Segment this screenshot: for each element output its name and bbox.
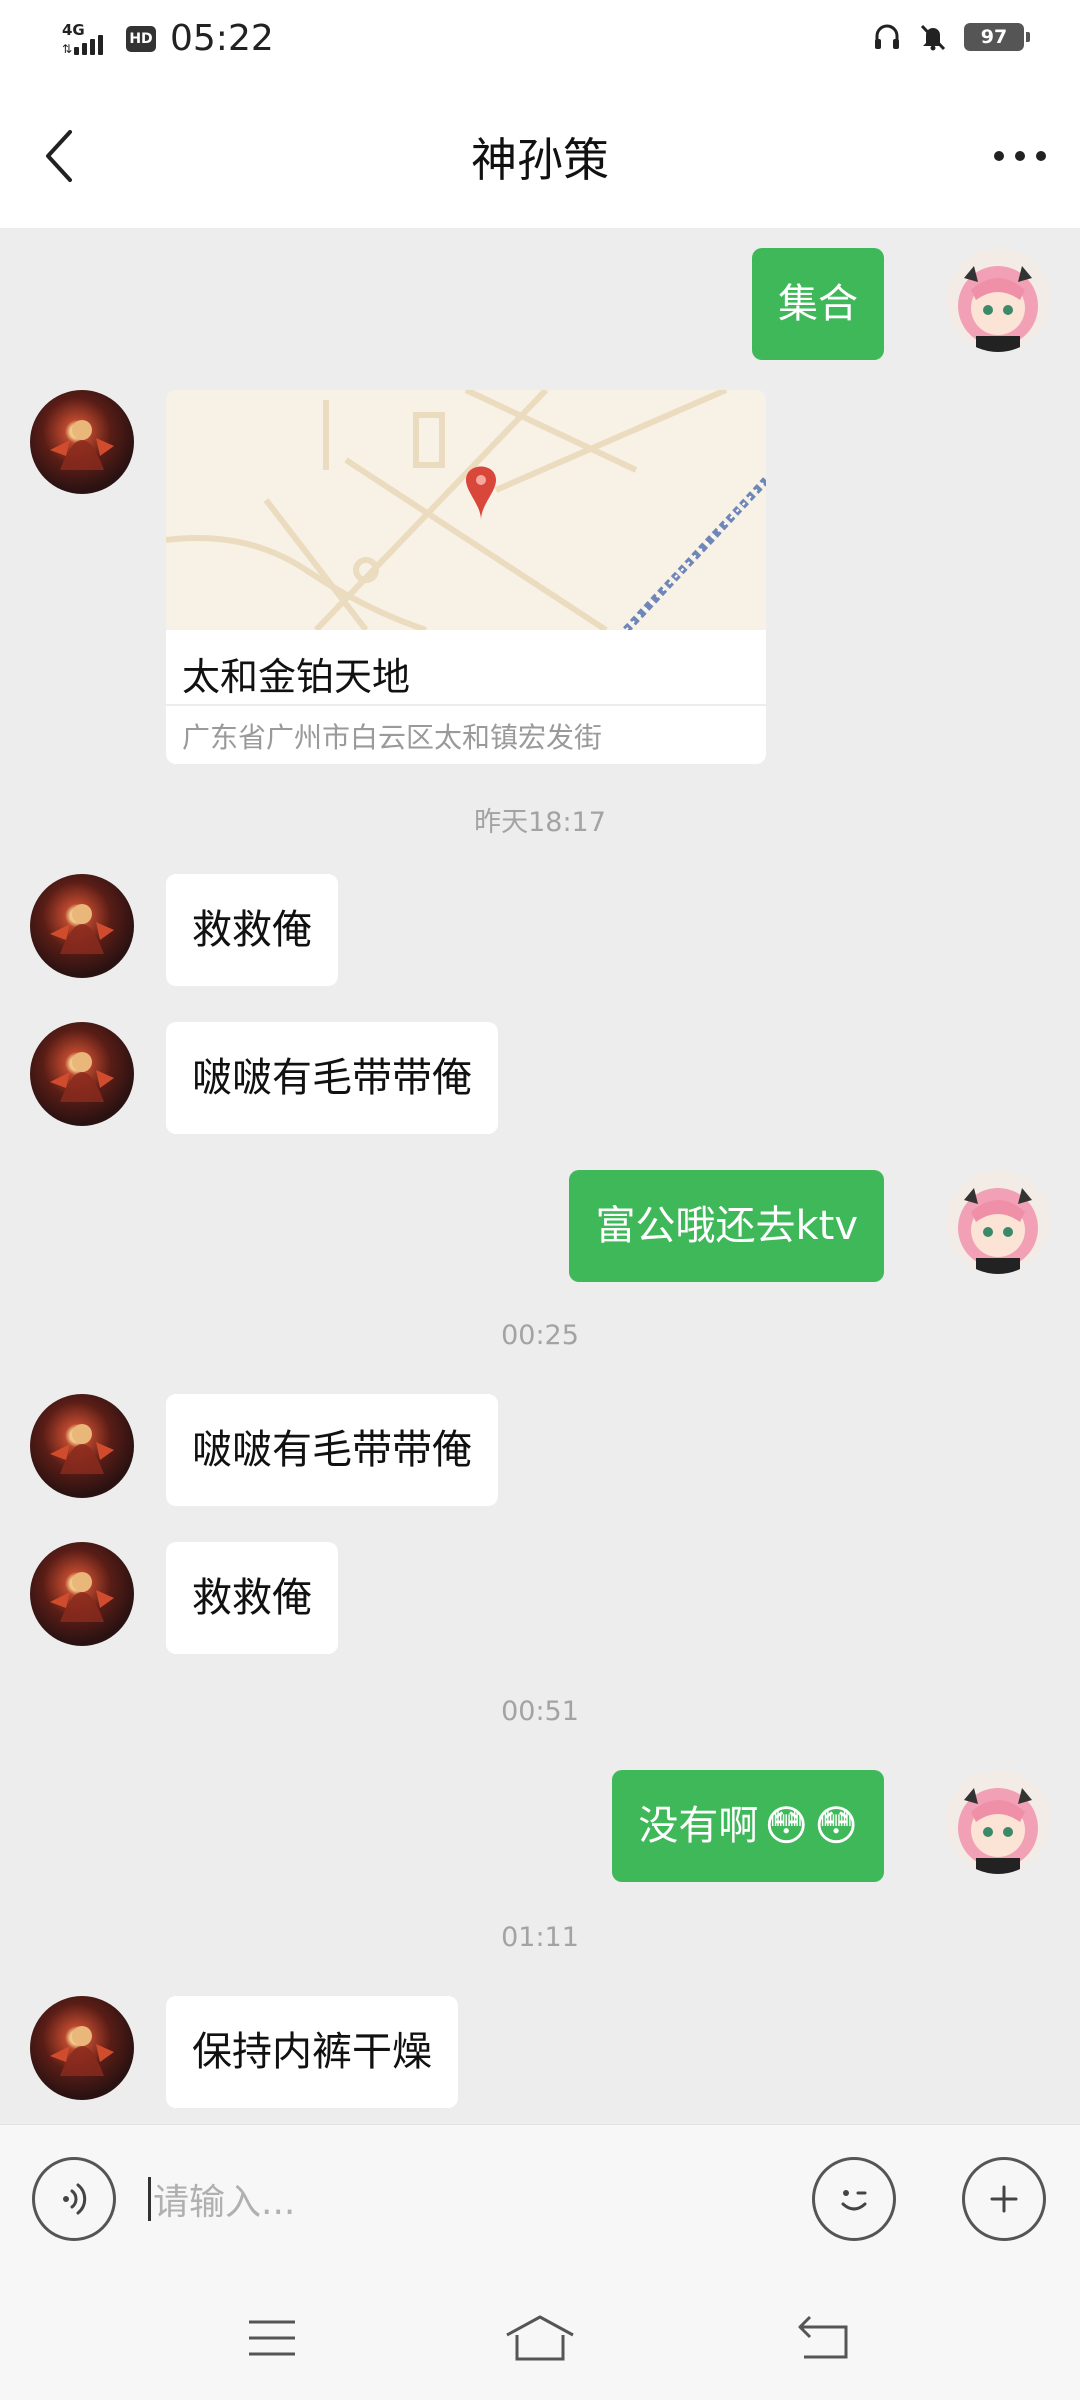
plus-icon	[990, 2185, 1018, 2213]
menu-icon	[249, 2320, 295, 2356]
timestamp: 01:11	[501, 1922, 579, 1953]
location-map	[166, 390, 766, 630]
avatar-girl-icon	[958, 1188, 1038, 1274]
avatar-warrior-icon	[50, 1424, 114, 1474]
chat-area[interactable]: 集合 太和金铂天地 广东省广州市白云区太和镇宏发街 昨天18:17 救救俺 啵啵…	[0, 228, 1080, 2124]
avatar-girl-icon	[958, 266, 1038, 352]
battery-icon: 97	[964, 23, 1030, 51]
chat-header: 神孙策	[0, 84, 1080, 228]
flushed-emoji-icon: 😳	[764, 1801, 809, 1850]
status-bar: 4G ⇅ HD 05:22 97	[0, 0, 1080, 84]
contact-avatar[interactable]	[30, 1996, 134, 2100]
system-navigation-bar	[0, 2276, 1080, 2400]
my-avatar[interactable]	[946, 1770, 1050, 1874]
emoji-icon	[841, 2190, 867, 2211]
message-bubble-received[interactable]: 啵啵有毛带带俺	[166, 1394, 498, 1506]
message-bubble-received[interactable]: 救救俺	[166, 1542, 338, 1654]
avatar-warrior-icon	[50, 2026, 114, 2076]
message-bubble-received[interactable]: 保持内裤干燥	[166, 1996, 458, 2108]
plus-button[interactable]	[962, 2157, 1046, 2241]
avatar-warrior-icon	[50, 904, 114, 954]
text-caret	[148, 2177, 151, 2221]
message-input[interactable]: 请输入...	[148, 2157, 788, 2241]
more-button[interactable]	[984, 120, 1056, 192]
contact-avatar[interactable]	[30, 1022, 134, 1126]
nav-menu-button[interactable]	[230, 2302, 314, 2374]
avatar-warrior-icon	[50, 420, 114, 470]
location-address: 广东省广州市白云区太和镇宏发街	[182, 721, 603, 754]
timestamp: 昨天18:17	[474, 807, 606, 838]
flushed-emoji-icon: 😳	[814, 1801, 858, 1850]
contact-avatar[interactable]	[30, 1394, 134, 1498]
return-icon	[798, 2315, 848, 2359]
location-card[interactable]: 太和金铂天地 广东省广州市白云区太和镇宏发街	[166, 390, 766, 764]
status-time: 05:22	[170, 18, 274, 59]
message-bubble-sent[interactable]: 没有啊 😳 😳	[612, 1770, 884, 1882]
mute-bell-icon	[920, 24, 946, 51]
nav-home-button[interactable]	[498, 2302, 582, 2374]
headphones-icon	[875, 24, 899, 49]
emoji-button[interactable]	[812, 2157, 896, 2241]
my-avatar[interactable]	[946, 248, 1050, 352]
avatar-warrior-icon	[50, 1572, 114, 1622]
signal-icon: 4G ⇅	[60, 19, 112, 59]
contact-avatar[interactable]	[30, 874, 134, 978]
contact-avatar[interactable]	[30, 390, 134, 494]
message-bubble-received[interactable]: 救救俺	[166, 874, 338, 986]
status-right: 97	[872, 22, 1030, 52]
location-divider	[166, 704, 766, 706]
status-left: 4G ⇅ HD 05:22	[60, 18, 274, 59]
voice-icon	[63, 2183, 87, 2215]
message-bubble-sent[interactable]: 富公哦还去ktv	[569, 1170, 884, 1282]
contact-avatar[interactable]	[30, 1542, 134, 1646]
more-dots-icon	[994, 151, 1046, 161]
hd-badge: HD	[126, 25, 156, 52]
avatar-girl-icon	[958, 1788, 1038, 1874]
message-bubble-received[interactable]: 啵啵有毛带带俺	[166, 1022, 498, 1134]
my-avatar[interactable]	[946, 1170, 1050, 1274]
message-text: 没有啊	[638, 1803, 759, 1849]
avatar-warrior-icon	[50, 1052, 114, 1102]
timestamp: 00:25	[501, 1320, 579, 1351]
input-bar: 请输入...	[0, 2124, 1080, 2276]
timestamp: 00:51	[501, 1696, 579, 1727]
voice-button[interactable]	[32, 2157, 116, 2241]
home-icon	[506, 2315, 574, 2361]
chat-title: 神孙策	[471, 133, 609, 187]
message-bubble-sent[interactable]: 集合	[752, 248, 884, 360]
nav-back-button[interactable]	[782, 2302, 866, 2374]
input-placeholder: 请输入...	[153, 2182, 296, 2223]
location-title: 太和金铂天地	[182, 655, 411, 699]
